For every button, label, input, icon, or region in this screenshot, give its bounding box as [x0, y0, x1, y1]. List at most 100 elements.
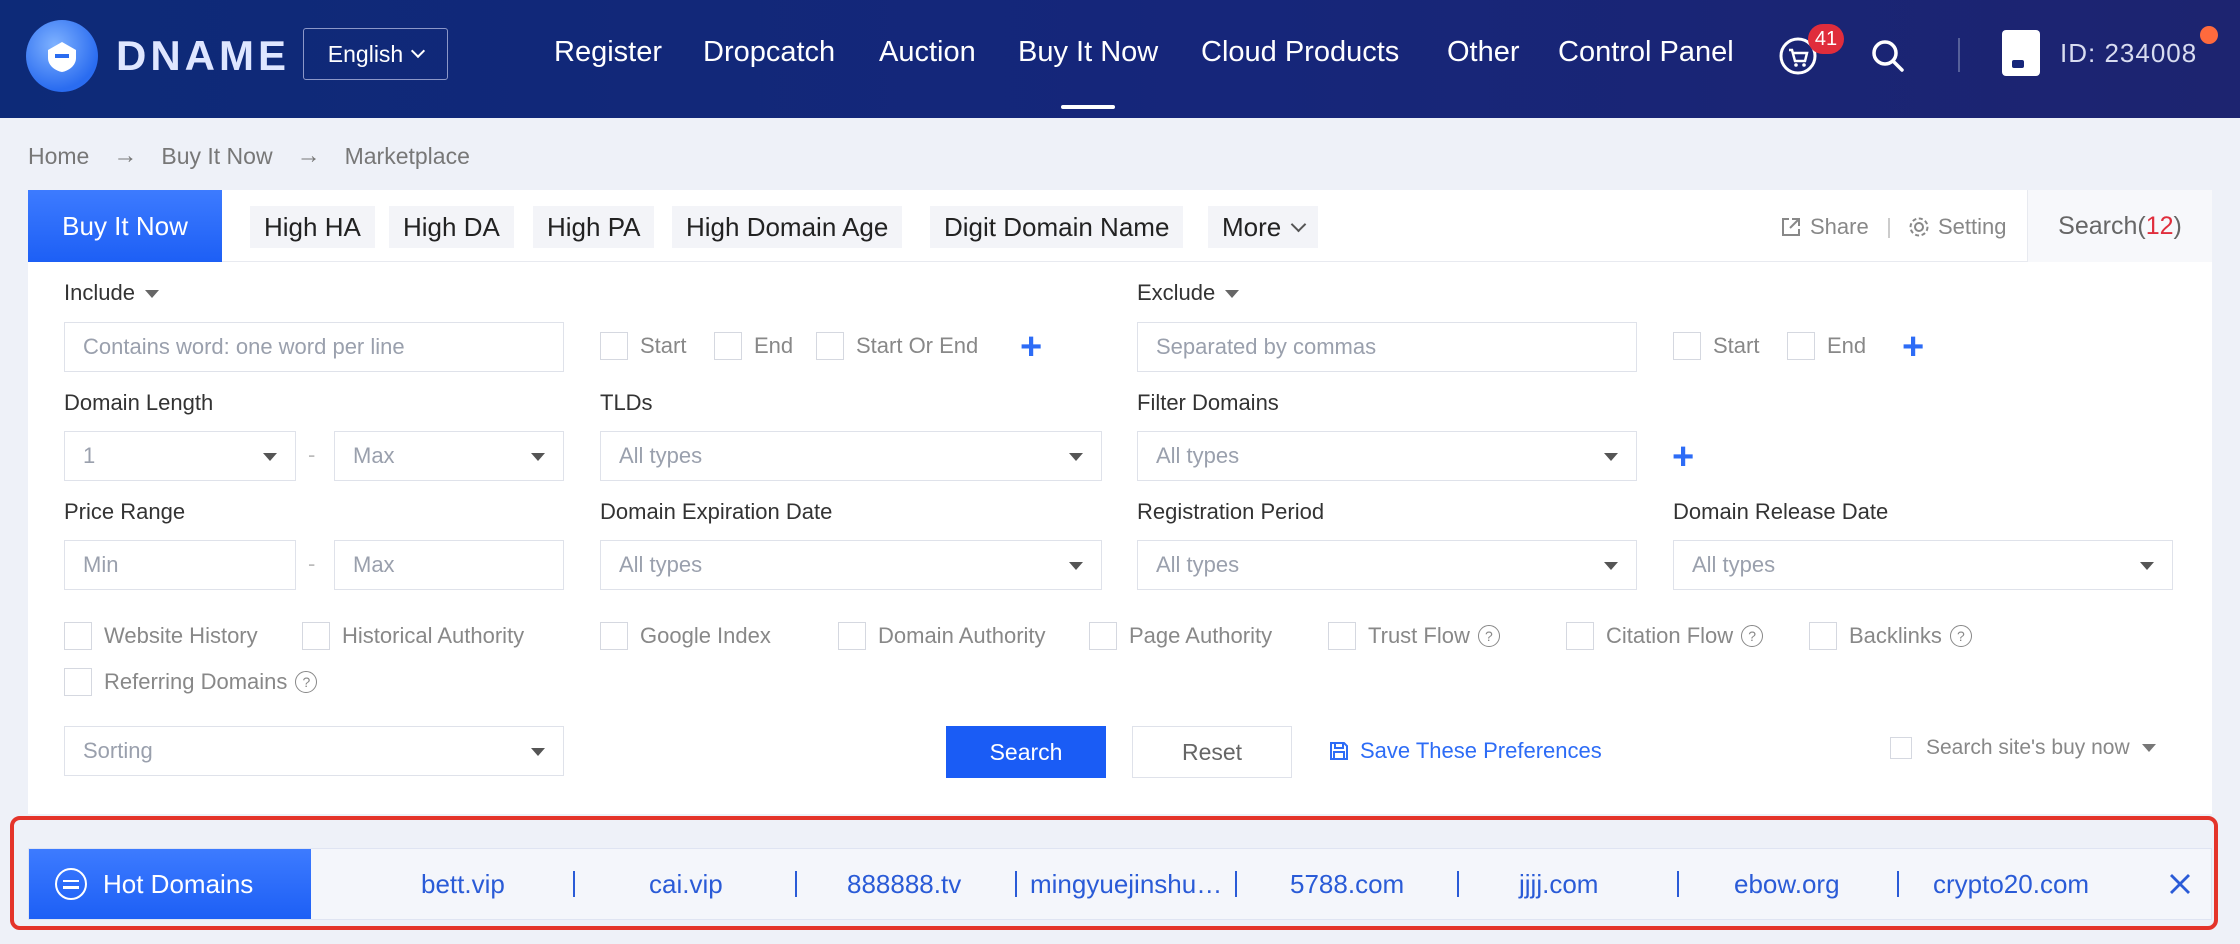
- user-id[interactable]: ID: 234008: [2060, 38, 2197, 69]
- price-min-input[interactable]: Min: [64, 540, 296, 590]
- add-include-icon[interactable]: +: [1020, 328, 1042, 366]
- include-input[interactable]: Contains word: one word per line: [64, 322, 564, 372]
- help-icon[interactable]: ?: [1741, 625, 1764, 647]
- include-end-checkbox[interactable]: End: [714, 332, 793, 360]
- save-preferences-label: Save These Preferences: [1360, 738, 1602, 763]
- tab-digit-domain-name[interactable]: Digit Domain Name: [930, 206, 1184, 248]
- referring-domains-checkbox[interactable]: Referring Domains?: [64, 668, 318, 696]
- caret-down-icon: [531, 453, 545, 461]
- exclude-start-checkbox[interactable]: Start: [1673, 332, 1759, 360]
- add-filter-icon[interactable]: +: [1672, 438, 1694, 476]
- checkbox-box: [600, 622, 628, 650]
- header-divider: [1958, 38, 1960, 72]
- nav-cloud-products[interactable]: Cloud Products: [1201, 36, 1399, 69]
- help-icon[interactable]: ?: [1949, 625, 1972, 647]
- site-buy-now-toggle[interactable]: Search site's buy now: [1890, 736, 2156, 760]
- language-selector[interactable]: English: [303, 28, 448, 80]
- brand-logo[interactable]: DNAME: [26, 20, 290, 92]
- domain-length-label: Domain Length: [64, 390, 214, 415]
- tab-more[interactable]: More: [1208, 206, 1319, 248]
- nav-buy-it-now[interactable]: Buy It Now: [1018, 36, 1158, 69]
- tab-buy-it-now[interactable]: Buy It Now: [28, 190, 222, 262]
- caret-down-icon: [1604, 453, 1618, 461]
- saved-search-button[interactable]: Search(12): [2027, 190, 2212, 262]
- hot-domain-link[interactable]: cai.vip: [649, 869, 723, 900]
- breadcrumb: Home → Buy It Now → Marketplace: [28, 142, 470, 170]
- divider: [573, 871, 575, 897]
- caret-down-icon: [1225, 290, 1240, 299]
- caret-down-icon: [1604, 562, 1618, 570]
- tab-high-da[interactable]: High DA: [389, 206, 514, 248]
- search-icon[interactable]: [1870, 38, 1906, 74]
- hot-domain-link[interactable]: 888888.tv: [847, 869, 961, 900]
- nav-register[interactable]: Register: [554, 36, 662, 69]
- divider: [795, 871, 797, 897]
- tab-high-domain-age[interactable]: High Domain Age: [672, 206, 903, 248]
- backlinks-label: Backlinks: [1849, 623, 1942, 648]
- nav-control-panel[interactable]: Control Panel: [1558, 36, 1734, 69]
- help-icon[interactable]: ?: [295, 671, 318, 693]
- exclude-input[interactable]: Separated by commas: [1137, 322, 1637, 372]
- historical-authority-label: Historical Authority: [342, 623, 525, 648]
- citation-flow-label: Citation Flow: [1606, 623, 1734, 648]
- crumb-home[interactable]: Home: [28, 143, 89, 170]
- tab-high-ha[interactable]: High HA: [250, 206, 375, 248]
- length-max-select[interactable]: Max: [334, 431, 564, 481]
- tlds-select[interactable]: All types: [600, 431, 1102, 481]
- exclude-end-checkbox[interactable]: End: [1787, 332, 1866, 360]
- help-icon[interactable]: ?: [1477, 625, 1500, 647]
- page-authority-checkbox[interactable]: Page Authority: [1089, 622, 1272, 650]
- include-start-or-end-checkbox[interactable]: Start Or End: [816, 332, 978, 360]
- save-preferences-button[interactable]: Save These Preferences: [1328, 738, 1602, 764]
- reset-button[interactable]: Reset: [1132, 726, 1292, 778]
- length-min-select[interactable]: 1: [64, 431, 296, 481]
- tab-high-pa[interactable]: High PA: [533, 206, 655, 248]
- include-start-checkbox[interactable]: Start: [600, 332, 686, 360]
- tlds-value: All types: [619, 443, 703, 468]
- checkbox-box: [1566, 622, 1594, 650]
- list-icon: [55, 868, 87, 900]
- avatar[interactable]: [2002, 30, 2040, 76]
- checkbox-box: [64, 668, 92, 696]
- price-max-input[interactable]: Max: [334, 540, 564, 590]
- include-dropdown[interactable]: Include: [64, 280, 159, 306]
- google-index-checkbox[interactable]: Google Index: [600, 622, 771, 650]
- search-button[interactable]: Search: [946, 726, 1106, 778]
- exclude-dropdown[interactable]: Exclude: [1137, 280, 1240, 306]
- price-range-label: Price Range: [64, 499, 186, 524]
- trust-flow-checkbox[interactable]: Trust Flow?: [1328, 622, 1500, 650]
- checkbox-box: [1890, 737, 1912, 759]
- citation-flow-checkbox[interactable]: Citation Flow?: [1566, 622, 1764, 650]
- hot-domain-link[interactable]: mingyuejinshu…: [1030, 869, 1222, 900]
- tabs-bar: Buy It Now High HA High DA High PA High …: [28, 190, 2212, 262]
- setting-button[interactable]: Setting: [1908, 214, 2007, 240]
- nav-auction[interactable]: Auction: [879, 36, 976, 69]
- gear-icon: [1909, 217, 1929, 237]
- historical-authority-checkbox[interactable]: Historical Authority: [302, 622, 524, 650]
- close-icon[interactable]: [2167, 871, 2193, 897]
- release-select[interactable]: All types: [1673, 540, 2173, 590]
- hot-domain-link[interactable]: ebow.org: [1734, 869, 1840, 900]
- registration-select[interactable]: All types: [1137, 540, 1637, 590]
- website-history-checkbox[interactable]: Website History: [64, 622, 258, 650]
- backlinks-checkbox[interactable]: Backlinks?: [1809, 622, 1972, 650]
- sorting-value: Sorting: [83, 738, 153, 763]
- crumb-buy-it-now[interactable]: Buy It Now: [161, 143, 272, 170]
- arrow-right-icon: →: [113, 142, 138, 169]
- share-button[interactable]: Share: [1780, 214, 1869, 240]
- registration-label: Registration Period: [1137, 499, 1325, 524]
- sorting-select[interactable]: Sorting: [64, 726, 564, 776]
- hot-domain-link[interactable]: jjjj.com: [1519, 869, 1598, 900]
- range-dash: -: [308, 551, 316, 576]
- hot-domain-link[interactable]: 5788.com: [1290, 869, 1404, 900]
- hot-domain-link[interactable]: crypto20.com: [1933, 869, 2089, 900]
- nav-other[interactable]: Other: [1447, 36, 1520, 69]
- filter-domains-select[interactable]: All types: [1137, 431, 1637, 481]
- hot-domains-bar: Hot Domains bett.vip cai.vip 888888.tv m…: [28, 848, 2212, 920]
- expiration-select[interactable]: All types: [600, 540, 1102, 590]
- domain-authority-checkbox[interactable]: Domain Authority: [838, 622, 1046, 650]
- hot-domain-link[interactable]: bett.vip: [421, 869, 505, 900]
- logo-icon: [26, 20, 98, 92]
- nav-dropcatch[interactable]: Dropcatch: [703, 36, 835, 69]
- add-exclude-icon[interactable]: +: [1902, 328, 1924, 366]
